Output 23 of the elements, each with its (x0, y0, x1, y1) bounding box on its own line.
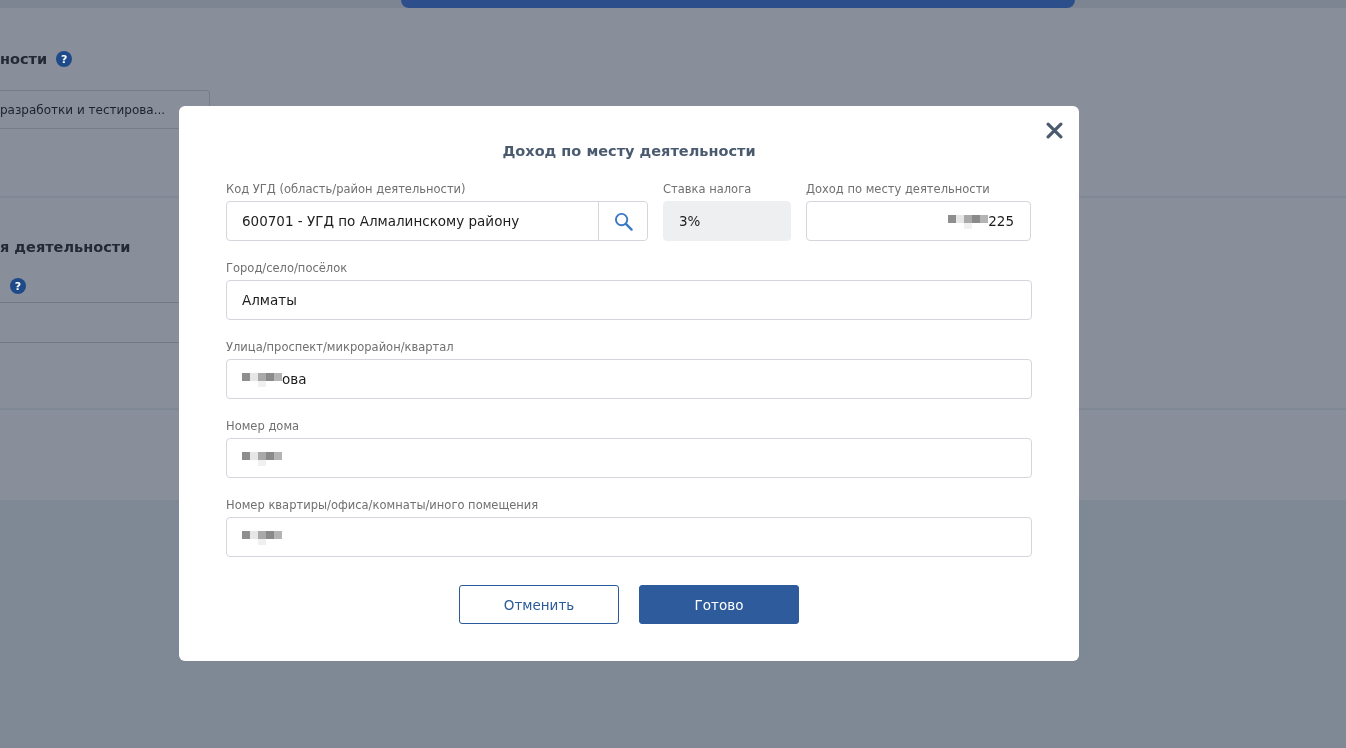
close-icon (1046, 122, 1063, 139)
field-label: Улица/проспект/микрорайон/квартал (226, 339, 454, 355)
lookup-field[interactable]: 600701 - УГД по Алмалинскому району (226, 201, 648, 241)
input-field[interactable]: 225 (806, 201, 1031, 241)
field-label: Ставка налога (663, 181, 752, 197)
field-label: Номер дома (226, 418, 300, 434)
section-heading: я деятельности (0, 239, 131, 255)
help-icon[interactable]: ? (56, 51, 73, 67)
dialog-title: Доход по месту деятельности (501, 142, 757, 161)
input-field[interactable]: ова (226, 359, 1032, 399)
search-icon (613, 211, 633, 231)
help-icon[interactable]: ? (10, 278, 26, 294)
input-field[interactable]: Алматы (226, 280, 1032, 320)
close-button[interactable] (1046, 122, 1063, 139)
field-label: Номер квартиры/офиса/комнаты/иного помещения (226, 497, 539, 513)
field-label: Код УГД (область/район деятельности) (226, 181, 466, 197)
field-label: Доход по месту деятельности (806, 181, 990, 197)
readonly-field: 3% (663, 201, 791, 241)
search-button[interactable] (598, 202, 647, 240)
cancel-button[interactable]: Отменить (459, 585, 619, 624)
section-heading: ности (0, 51, 48, 67)
field-label: Город/село/посёлок (226, 260, 348, 276)
done-button[interactable]: Готово (639, 585, 799, 624)
